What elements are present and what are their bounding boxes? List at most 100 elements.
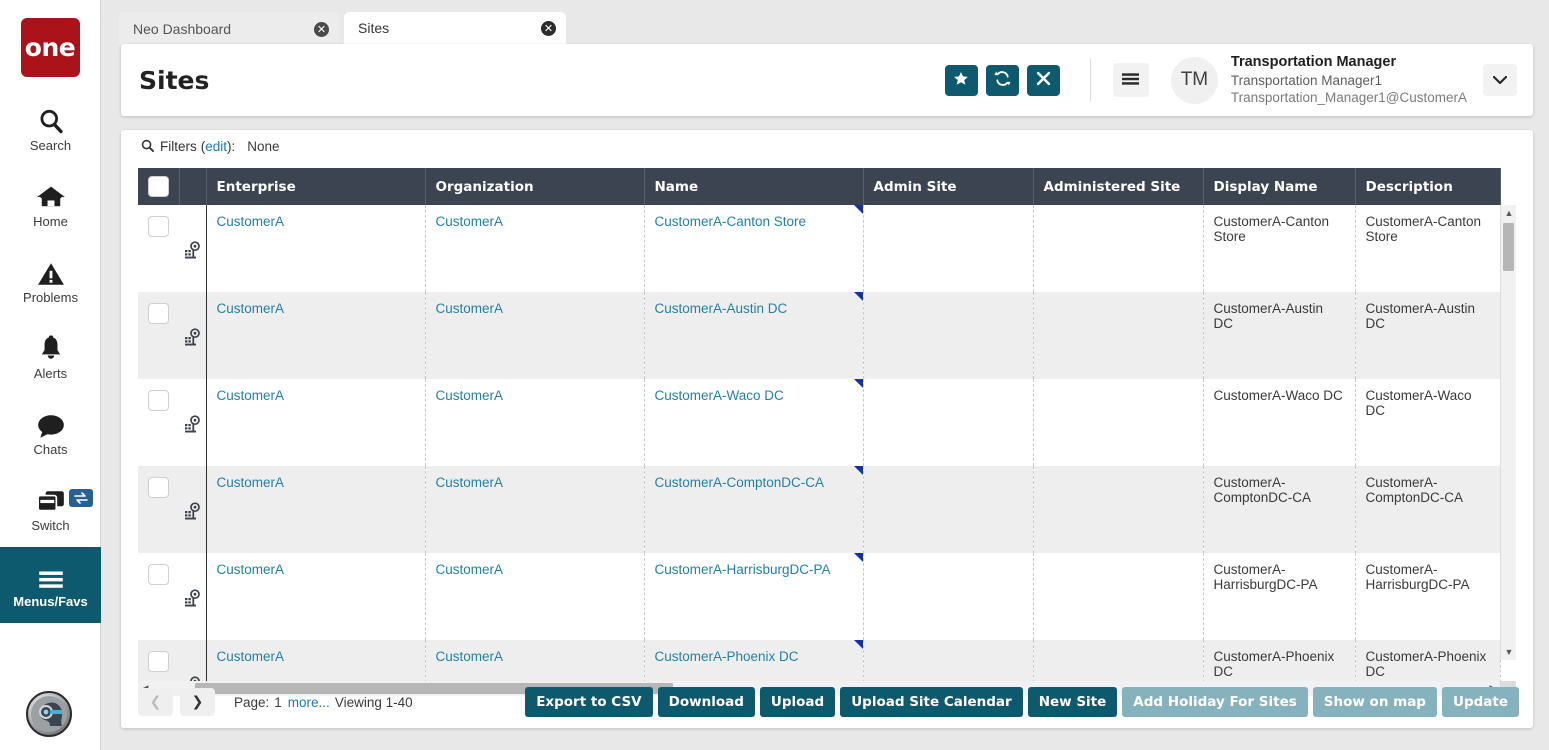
table-row[interactable]: CustomerA CustomerA CustomerA-Canton Store… <box>138 205 1500 292</box>
sidebar-item-switch[interactable]: Switch <box>0 471 101 547</box>
sidebar-item-problems[interactable]: Problems <box>0 243 101 319</box>
cell-display-name: CustomerA-HarrisburgDC-PA <box>1203 553 1355 640</box>
site-location-icon[interactable] <box>184 241 201 262</box>
column-header-organization[interactable]: Organization <box>425 168 644 205</box>
display-name-value: CustomerA-ComptonDC-CA <box>1214 475 1312 505</box>
site-location-icon[interactable] <box>184 589 201 610</box>
table-row[interactable]: CustomerA CustomerA CustomerA-HarrisburgDC… <box>138 553 1500 640</box>
show-on-map-button[interactable]: Show on map <box>1313 687 1437 717</box>
row-icon-cell <box>179 466 206 553</box>
enterprise-link[interactable]: CustomerA <box>217 388 285 403</box>
close-button[interactable] <box>1027 65 1060 96</box>
enterprise-link[interactable]: CustomerA <box>217 301 285 316</box>
update-button[interactable]: Update <box>1442 687 1519 717</box>
sidebar-item-label: Alerts <box>34 366 67 381</box>
cell-description: CustomerA-Austin DC <box>1355 292 1500 379</box>
cell-admin-site <box>863 292 1033 379</box>
cell-name: CustomerA-Waco DC <box>644 379 863 466</box>
sidebar-item-search[interactable]: Search <box>0 91 101 167</box>
cell-organization: CustomerA <box>425 292 644 379</box>
cell-organization: CustomerA <box>425 205 644 292</box>
enterprise-link[interactable]: CustomerA <box>217 649 285 664</box>
scroll-up-icon[interactable]: ▲ <box>1501 205 1516 221</box>
select-all-checkbox[interactable] <box>148 176 169 197</box>
close-circle-icon[interactable]: ✕ <box>541 21 556 36</box>
row-checkbox[interactable] <box>148 216 169 237</box>
upload-site-calendar-button[interactable]: Upload Site Calendar <box>840 687 1023 717</box>
next-page-button[interactable]: ❯ <box>180 688 215 716</box>
table-row[interactable]: CustomerA CustomerA CustomerA-ComptonDC-CA… <box>138 466 1500 553</box>
ai-assistant-avatar[interactable] <box>26 691 72 737</box>
row-checkbox[interactable] <box>148 303 169 324</box>
more-pages-link[interactable]: more... <box>288 695 330 710</box>
sidebar-item-menus-favs[interactable]: Menus/Favs <box>0 547 101 623</box>
sidebar-item-chats[interactable]: Chats <box>0 395 101 471</box>
row-checkbox[interactable] <box>148 390 169 411</box>
filters-value: None <box>247 139 279 154</box>
enterprise-link[interactable]: CustomerA <box>217 214 285 229</box>
site-location-icon[interactable] <box>184 502 201 523</box>
swap-arrows-icon[interactable] <box>69 489 93 507</box>
cell-administered-site <box>1033 553 1203 640</box>
upload-button[interactable]: Upload <box>760 687 835 717</box>
header-menu-button[interactable] <box>1113 63 1149 97</box>
enterprise-link[interactable]: CustomerA <box>217 475 285 490</box>
favorite-button[interactable] <box>945 65 978 96</box>
page-number: 1 <box>274 695 282 710</box>
avatar[interactable]: TM <box>1171 57 1218 104</box>
cell-name: CustomerA-Canton Store <box>644 205 863 292</box>
organization-link[interactable]: CustomerA <box>436 388 504 403</box>
site-location-icon[interactable] <box>184 415 201 436</box>
download-button[interactable]: Download <box>658 687 755 717</box>
page-header: Sites TM Transportation Manager Transpor… <box>121 44 1533 116</box>
column-header-display-name[interactable]: Display Name <box>1203 168 1355 205</box>
organization-link[interactable]: CustomerA <box>436 301 504 316</box>
prev-page-button[interactable]: ❮ <box>138 688 173 716</box>
close-circle-icon[interactable]: ✕ <box>314 22 329 37</box>
new-site-button[interactable]: New Site <box>1028 687 1118 717</box>
add-holiday-for-sites-button[interactable]: Add Holiday For Sites <box>1122 687 1307 717</box>
scroll-down-icon[interactable]: ▼ <box>1501 644 1516 660</box>
table-row[interactable]: CustomerA CustomerA CustomerA-Waco DC Custo… <box>138 379 1500 466</box>
enterprise-link[interactable]: CustomerA <box>217 562 285 577</box>
row-checkbox[interactable] <box>148 651 169 672</box>
column-header-name[interactable]: Name <box>644 168 863 205</box>
row-select-cell <box>138 292 179 379</box>
sidebar-item-alerts[interactable]: Alerts <box>0 319 101 395</box>
site-name-link[interactable]: CustomerA-ComptonDC-CA <box>655 475 825 490</box>
organization-link[interactable]: CustomerA <box>436 214 504 229</box>
user-menu-button[interactable] <box>1483 64 1517 96</box>
app-logo[interactable]: one <box>21 18 80 77</box>
site-name-link[interactable]: CustomerA-Waco DC <box>655 388 784 403</box>
cell-display-name: CustomerA-ComptonDC-CA <box>1203 466 1355 553</box>
export-to-csv-button[interactable]: Export to CSV <box>525 687 652 717</box>
organization-link[interactable]: CustomerA <box>436 562 504 577</box>
site-name-link[interactable]: CustomerA-Canton Store <box>655 214 807 229</box>
pagination-status: Page:1more...Viewing 1-40 <box>234 695 413 710</box>
blue-corner-triangle-icon <box>854 466 863 475</box>
site-name-link[interactable]: CustomerA-Austin DC <box>655 301 788 316</box>
site-name-link[interactable]: CustomerA-HarrisburgDC-PA <box>655 562 831 577</box>
filters-edit-link[interactable]: edit <box>205 139 227 154</box>
tab-neo-dashboard[interactable]: Neo Dashboard ✕ <box>119 12 339 46</box>
table-row[interactable]: CustomerA CustomerA CustomerA-Austin DC Cus… <box>138 292 1500 379</box>
column-header-administered-site[interactable]: Administered Site <box>1033 168 1203 205</box>
column-header-admin-site[interactable]: Admin Site <box>863 168 1033 205</box>
sidebar-item-home[interactable]: Home <box>0 167 101 243</box>
vertical-scrollbar[interactable]: ▲ ▼ <box>1500 205 1516 660</box>
vertical-scroll-thumb[interactable] <box>1503 223 1514 271</box>
organization-link[interactable]: CustomerA <box>436 475 504 490</box>
column-header-description[interactable]: Description <box>1355 168 1500 205</box>
site-name-link[interactable]: CustomerA-Phoenix DC <box>655 649 799 664</box>
avatar-initials: TM <box>1181 69 1208 91</box>
display-name-value: CustomerA-Waco DC <box>1214 388 1343 403</box>
row-icon-header <box>179 168 206 205</box>
tab-sites[interactable]: Sites ✕ <box>344 12 566 46</box>
column-header-enterprise[interactable]: Enterprise <box>206 168 425 205</box>
organization-link[interactable]: CustomerA <box>436 649 504 664</box>
row-checkbox[interactable] <box>148 477 169 498</box>
refresh-button[interactable] <box>986 65 1019 96</box>
row-checkbox[interactable] <box>148 564 169 585</box>
cell-admin-site <box>863 553 1033 640</box>
site-location-icon[interactable] <box>184 328 201 349</box>
